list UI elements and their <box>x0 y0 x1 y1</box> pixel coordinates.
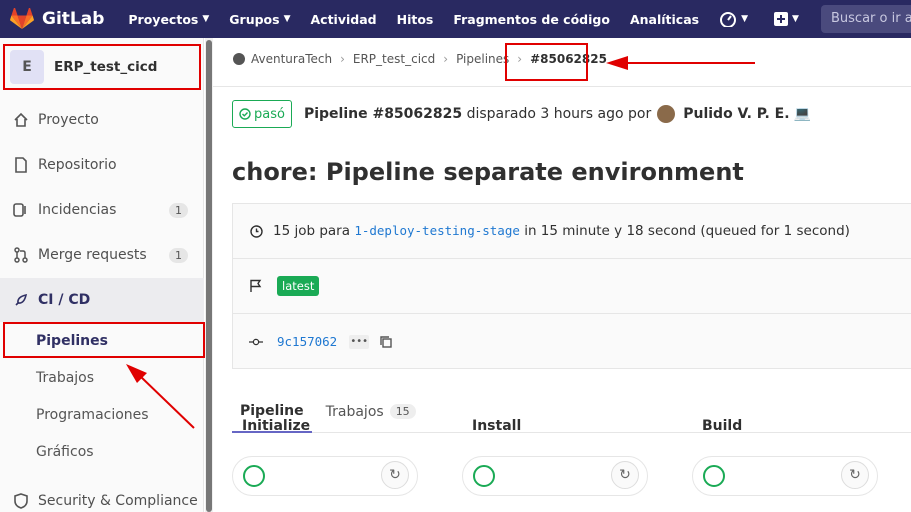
arrow-to-pipeline-id <box>606 56 755 70</box>
annotation-arrows <box>126 56 755 429</box>
arrow-to-pipelines <box>126 364 195 429</box>
